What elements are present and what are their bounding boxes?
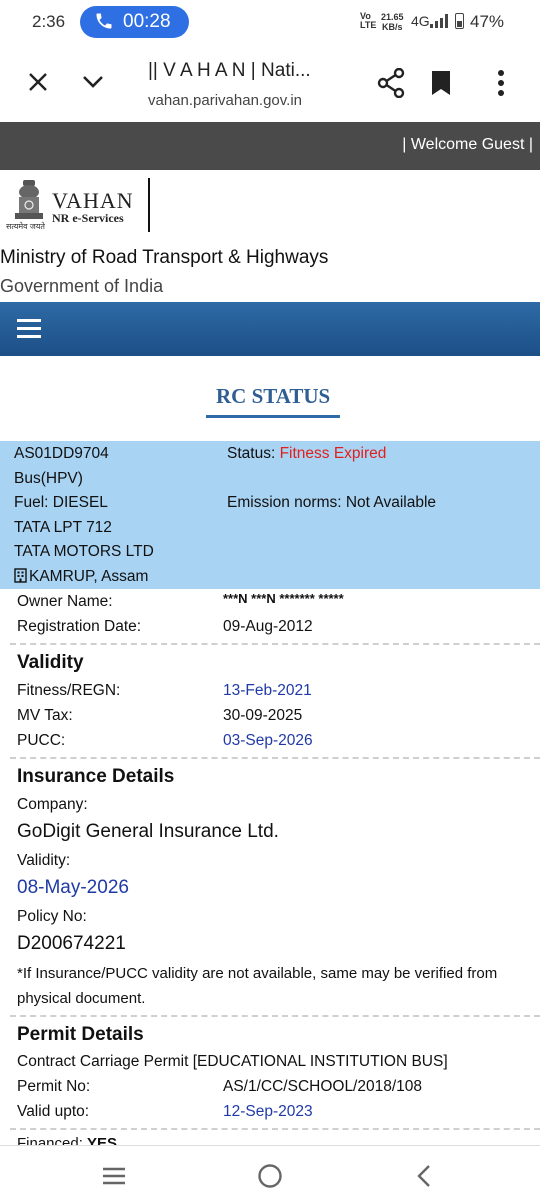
ministry-name: Ministry of Road Transport & Highways bbox=[0, 247, 329, 268]
system-navigation-bar bbox=[0, 1145, 540, 1204]
fitness-label: Fitness/REGN: bbox=[17, 682, 121, 699]
insurance-note: *If Insurance/PUCC validity are not avai… bbox=[17, 965, 498, 1007]
vehicle-summary: AS01DD9704 Bus(HPV) Fuel: DIESEL TATA LP… bbox=[0, 441, 540, 589]
registration-date-value: 09-Aug-2012 bbox=[223, 618, 313, 635]
pucc-value: 03-Sep-2026 bbox=[223, 732, 313, 749]
insurance-validity-value: 08-May-2026 bbox=[17, 877, 129, 898]
fuel-type: Fuel: DIESEL bbox=[14, 494, 108, 511]
vehicle-class: Bus(HPV) bbox=[14, 470, 83, 487]
network-speed: 21.65 KB/s bbox=[381, 12, 404, 32]
divider bbox=[10, 1015, 540, 1017]
volte-indicator: Vo LTE bbox=[360, 11, 377, 30]
url-text[interactable]: vahan.parivahan.gov.in bbox=[148, 92, 302, 109]
ongoing-call-pill[interactable]: 00:28 bbox=[80, 6, 189, 38]
clock: 2:36 bbox=[32, 12, 66, 31]
browser-toolbar: || V A H A N | Nati... vahan.parivahan.g… bbox=[0, 44, 540, 122]
system-status-bar: 2:36 00:28 Vo LTE 21.65 KB/s 4G 47% bbox=[0, 0, 540, 44]
divider bbox=[10, 757, 540, 759]
insurance-company-value: GoDigit General Insurance Ltd. bbox=[17, 821, 279, 842]
divider bbox=[10, 1128, 540, 1130]
registration-date-label: Registration Date: bbox=[17, 618, 142, 635]
mobile-data-indicator: 4G bbox=[411, 13, 430, 29]
more-vert-icon[interactable] bbox=[497, 70, 505, 96]
close-icon[interactable] bbox=[28, 72, 48, 92]
battery-percent: 47% bbox=[470, 12, 505, 31]
owner-name-label: Owner Name: bbox=[17, 593, 113, 610]
fitness-value: 13-Feb-2021 bbox=[223, 682, 312, 699]
permit-number-label: Permit No: bbox=[17, 1078, 91, 1095]
page-heading: RC STATUS bbox=[206, 384, 341, 418]
permit-valid-upto-label: Valid upto: bbox=[17, 1103, 90, 1120]
site-nav-bar bbox=[0, 302, 540, 356]
recent-apps-icon[interactable] bbox=[101, 1166, 127, 1186]
rto-location: KAMRUP, Assam bbox=[14, 568, 148, 586]
mv-tax-label: MV Tax: bbox=[17, 707, 73, 724]
back-icon[interactable] bbox=[416, 1164, 432, 1188]
divider bbox=[10, 643, 540, 645]
phone-icon bbox=[96, 13, 112, 29]
insurance-validity-label: Validity: bbox=[17, 852, 71, 869]
mv-tax-value: 30-09-2025 bbox=[223, 707, 303, 724]
vehicle-model: TATA LPT 712 bbox=[14, 519, 112, 536]
vahan-logo-subtext: NR e-Services bbox=[52, 211, 124, 225]
insurance-heading: Insurance Details bbox=[17, 766, 175, 787]
call-timer: 00:28 bbox=[123, 11, 171, 32]
building-icon bbox=[14, 568, 27, 583]
signal-icon bbox=[430, 14, 448, 28]
home-icon[interactable] bbox=[257, 1163, 283, 1189]
policy-number-label: Policy No: bbox=[17, 908, 87, 925]
emblem-caption: सत्यमेव जयते bbox=[6, 222, 45, 231]
insurance-company-label: Company: bbox=[17, 796, 88, 813]
page-title: || V A H A N | Nati... bbox=[148, 60, 311, 81]
welcome-text: | Welcome Guest | bbox=[402, 136, 533, 153]
battery-icon bbox=[455, 13, 464, 29]
share-icon[interactable] bbox=[377, 68, 405, 98]
permit-type: Contract Carriage Permit [EDUCATIONAL IN… bbox=[17, 1053, 448, 1070]
owner-name-value: ***N ***N ******* ***** bbox=[223, 591, 344, 606]
hamburger-icon[interactable] bbox=[17, 319, 41, 339]
vehicle-status: Status: Fitness Expired bbox=[227, 445, 387, 462]
vehicle-maker: TATA MOTORS LTD bbox=[14, 543, 154, 560]
permit-heading: Permit Details bbox=[17, 1024, 144, 1045]
permit-valid-upto-value: 12-Sep-2023 bbox=[223, 1103, 313, 1120]
status-badge: Fitness Expired bbox=[279, 445, 387, 462]
chevron-down-icon[interactable] bbox=[82, 75, 104, 89]
emission-norms: Emission norms: Not Available bbox=[227, 494, 437, 511]
validity-heading: Validity bbox=[17, 652, 84, 673]
permit-number-value: AS/1/CC/SCHOOL/2018/108 bbox=[223, 1078, 423, 1095]
welcome-bar: | Welcome Guest | bbox=[0, 122, 540, 170]
site-header: सत्यमेव जयते VAHAN NR e-Services Ministr… bbox=[0, 170, 540, 302]
government-name: Government of India bbox=[0, 276, 164, 296]
policy-number-value: D200674221 bbox=[17, 933, 126, 954]
pucc-label: PUCC: bbox=[17, 732, 66, 749]
bookmark-icon[interactable] bbox=[431, 70, 451, 96]
logo-divider bbox=[148, 178, 150, 232]
registration-number: AS01DD9704 bbox=[14, 445, 109, 462]
